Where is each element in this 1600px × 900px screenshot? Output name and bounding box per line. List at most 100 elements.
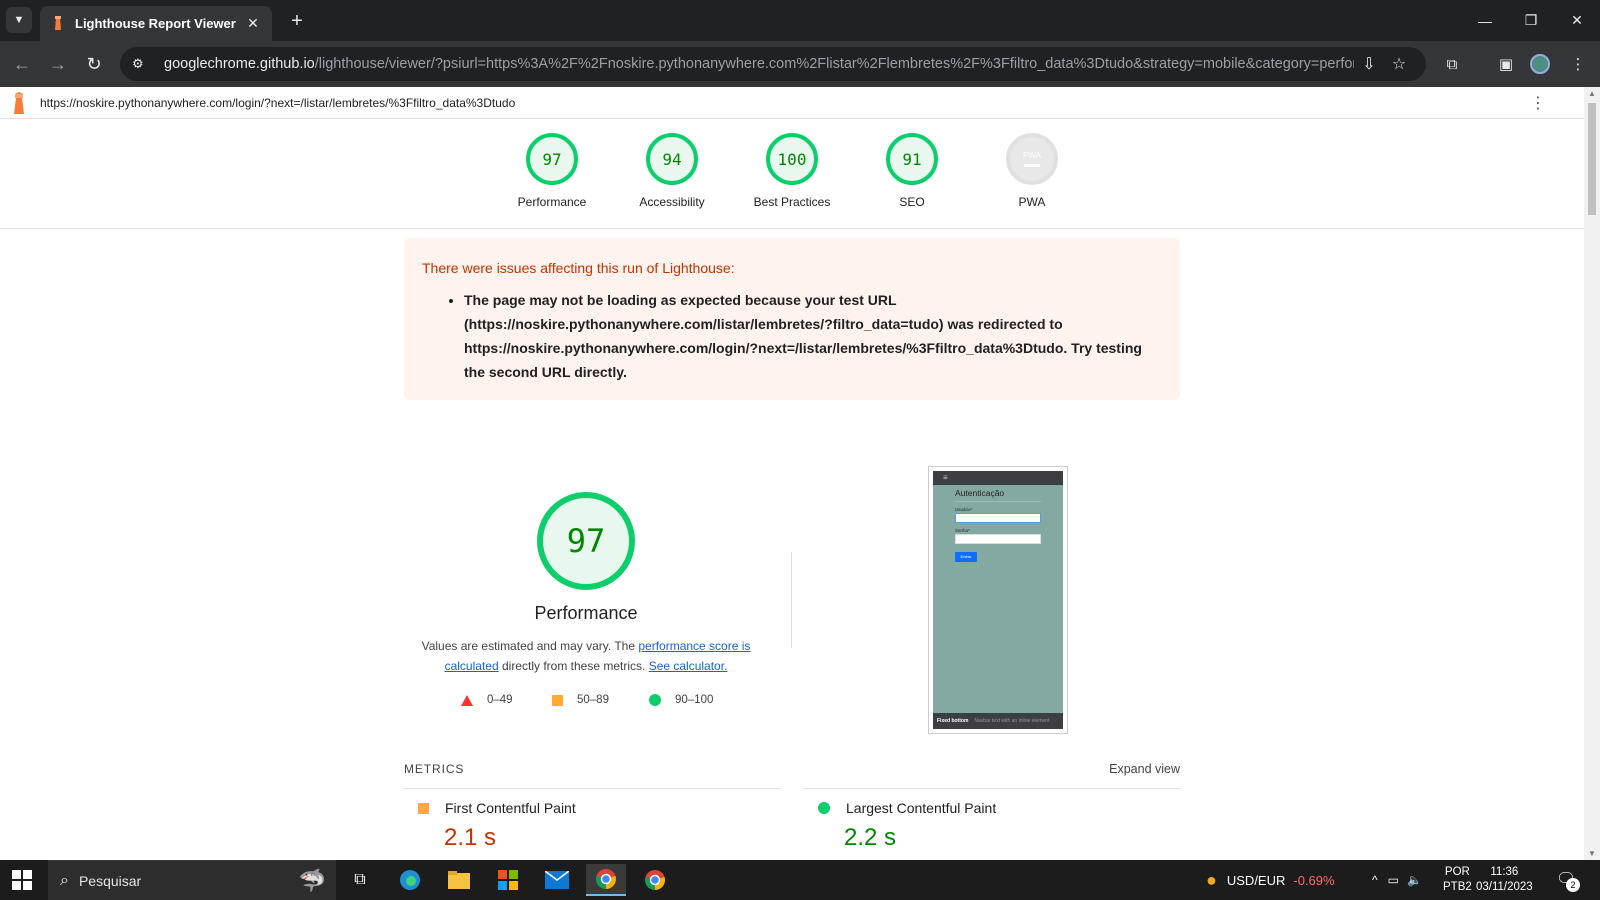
runtime-warning-box: There were issues affecting this run of … — [404, 238, 1180, 400]
install-app-icon[interactable]: ⇩ — [1354, 54, 1384, 74]
gauge-accessibility[interactable]: 94 Accessibility — [612, 133, 732, 209]
final-screenshot-thumbnail[interactable]: ≡ Autenticação Usuário* Senha* Entrar Fi… — [928, 466, 1068, 734]
metric-value: 2.2 s — [844, 824, 897, 851]
notification-icon[interactable]: 🗨 2 — [1556, 869, 1580, 892]
gauge-best-practices[interactable]: 100 Best Practices — [732, 133, 852, 209]
metrics-header: METRICS — [404, 762, 465, 776]
edge-icon[interactable] — [390, 864, 430, 896]
gauge-label: Best Practices — [753, 195, 831, 209]
task-view-icon[interactable]: ⧉ — [340, 864, 380, 896]
thumb-footer: Fixed bottom Navbar text with an inline e… — [933, 713, 1063, 729]
new-tab-button[interactable]: + — [284, 8, 310, 34]
forward-button[interactable]: → — [44, 50, 72, 78]
pass-circle-icon — [818, 802, 830, 814]
search-highlight-icon: 🦈 — [298, 867, 326, 893]
gauge-performance[interactable]: 97 Performance — [492, 133, 612, 209]
coins-icon: ● — [1206, 869, 1217, 890]
bookmark-star-icon[interactable]: ☆ — [1384, 54, 1414, 74]
scrollbar-thumb[interactable] — [1588, 103, 1596, 215]
reload-button[interactable]: ↻ — [80, 50, 108, 78]
gauge-score: 97 — [526, 133, 578, 185]
average-square-icon — [418, 802, 429, 814]
minimize-button[interactable]: — — [1462, 0, 1508, 41]
legend-average: 50–89 — [552, 694, 609, 706]
fail-triangle-icon — [461, 694, 473, 706]
metric-value: 2.1 s — [444, 824, 497, 851]
browser-tab[interactable]: Lighthouse Report Viewer ✕ — [40, 6, 272, 41]
stock-widget[interactable]: ● USD/EUR -0.69% — [1206, 860, 1335, 900]
mail-icon[interactable] — [537, 864, 577, 896]
browser-toolbar: ← → ↻ ⚙ googlechrome.github.io/lighthous… — [0, 41, 1600, 87]
thumb-pass-input — [955, 534, 1041, 544]
thumb-login-button: Entrar — [955, 552, 977, 562]
legend-fail: 0–49 — [461, 694, 513, 706]
chevron-up-icon[interactable]: ^ — [1372, 873, 1378, 887]
report-menu-icon[interactable]: ⋮ — [1530, 93, 1546, 113]
gauge-score: 94 — [646, 133, 698, 185]
pwa-badge-icon: PWA — [1006, 133, 1058, 185]
final-url[interactable]: https://noskire.pythonanywhere.com/login… — [40, 96, 515, 110]
file-explorer-icon[interactable] — [439, 864, 479, 896]
thumb-heading: Autenticação — [955, 488, 1041, 502]
address-bar[interactable]: ⚙ googlechrome.github.io/lighthouse/view… — [120, 47, 1426, 81]
browser-menu-icon[interactable]: ⋮ — [1564, 50, 1592, 78]
performance-score-gauge: 97 — [537, 492, 635, 590]
gauge-label: PWA — [1018, 195, 1046, 209]
performance-description: Values are estimated and may vary. The p… — [421, 639, 751, 673]
store-icon[interactable] — [488, 864, 528, 896]
see-calculator-link[interactable]: See calculator. — [649, 659, 728, 673]
section-divider — [791, 552, 792, 648]
profile-avatar[interactable] — [1526, 50, 1554, 78]
performance-title: Performance — [534, 603, 638, 623]
windows-start-icon[interactable] — [12, 870, 32, 890]
volume-icon[interactable]: 🔈 — [1407, 873, 1422, 887]
back-button[interactable]: ← — [8, 50, 36, 78]
warning-item: The page may not be loading as expected … — [464, 288, 1162, 384]
average-square-icon — [552, 694, 563, 706]
chrome-icon[interactable] — [586, 864, 626, 896]
windows-taskbar: ⌕ Pesquisar 🦈 ⧉ ● USD/EUR -0.69% ^ ▭ 🔈 PO… — [0, 860, 1600, 900]
thumb-user-input — [955, 513, 1041, 523]
metric-fcp: First Contentful Paint 2.1 s — [404, 800, 576, 852]
scroll-up-icon[interactable]: ▲ — [1588, 89, 1596, 98]
gauge-seo[interactable]: 91 SEO — [852, 133, 972, 209]
lighthouse-logo-icon — [14, 91, 24, 114]
close-window-button[interactable]: ✕ — [1554, 0, 1600, 41]
thumb-pass-label: Senha* — [955, 528, 970, 533]
tray-icons[interactable]: ^ ▭ 🔈 — [1372, 860, 1422, 900]
gauge-label: SEO — [899, 195, 925, 209]
network-icon[interactable]: ▭ — [1388, 873, 1399, 887]
site-info-icon[interactable]: ⚙ — [132, 56, 152, 72]
side-panel-icon[interactable]: ▣ — [1492, 50, 1520, 78]
restore-button[interactable]: ❐ — [1508, 0, 1554, 41]
gauge-pwa[interactable]: PWA PWA — [972, 133, 1092, 209]
gauge-label: Performance — [517, 195, 587, 209]
thumb-menu-icon: ≡ — [933, 471, 1063, 485]
thumb-user-label: Usuário* — [955, 507, 973, 512]
browser-tab-strip: ▼ Lighthouse Report Viewer ✕ + — ❐ ✕ — [0, 0, 1600, 41]
expand-view-button[interactable]: Expand view — [1109, 762, 1180, 776]
page-scrollbar[interactable]: ▲ ▼ — [1584, 87, 1600, 860]
warning-title: There were issues affecting this run of … — [422, 260, 735, 276]
close-tab-icon[interactable]: ✕ — [244, 15, 262, 32]
avatar — [1530, 54, 1550, 74]
category-gauges: 97 Performance 94 Accessibility 100 Best… — [0, 119, 1584, 229]
scroll-down-icon[interactable]: ▼ — [1588, 849, 1596, 858]
metrics-divider — [404, 788, 780, 789]
url-text[interactable]: googlechrome.github.io/lighthouse/viewer… — [164, 56, 1354, 72]
gauge-label: Accessibility — [639, 195, 705, 209]
clock[interactable]: 11:36 03/11/2023 — [1476, 865, 1533, 895]
metrics-divider — [804, 788, 1180, 789]
tab-title: Lighthouse Report Viewer — [75, 16, 236, 31]
tab-search-button[interactable]: ▼ — [6, 7, 32, 33]
chrome-profile-icon[interactable] — [635, 864, 675, 896]
gauge-score: 91 — [886, 133, 938, 185]
extensions-icon[interactable]: ⧉ — [1438, 50, 1466, 78]
language-indicator[interactable]: POR PTB2 — [1443, 865, 1472, 895]
legend-pass: 90–100 — [649, 694, 713, 706]
taskbar-search[interactable]: ⌕ Pesquisar 🦈 — [48, 860, 336, 900]
chevron-down-icon: ▼ — [13, 14, 25, 26]
lighthouse-favicon-icon — [55, 15, 61, 30]
search-icon: ⌕ — [60, 871, 69, 889]
pass-circle-icon — [649, 694, 661, 706]
